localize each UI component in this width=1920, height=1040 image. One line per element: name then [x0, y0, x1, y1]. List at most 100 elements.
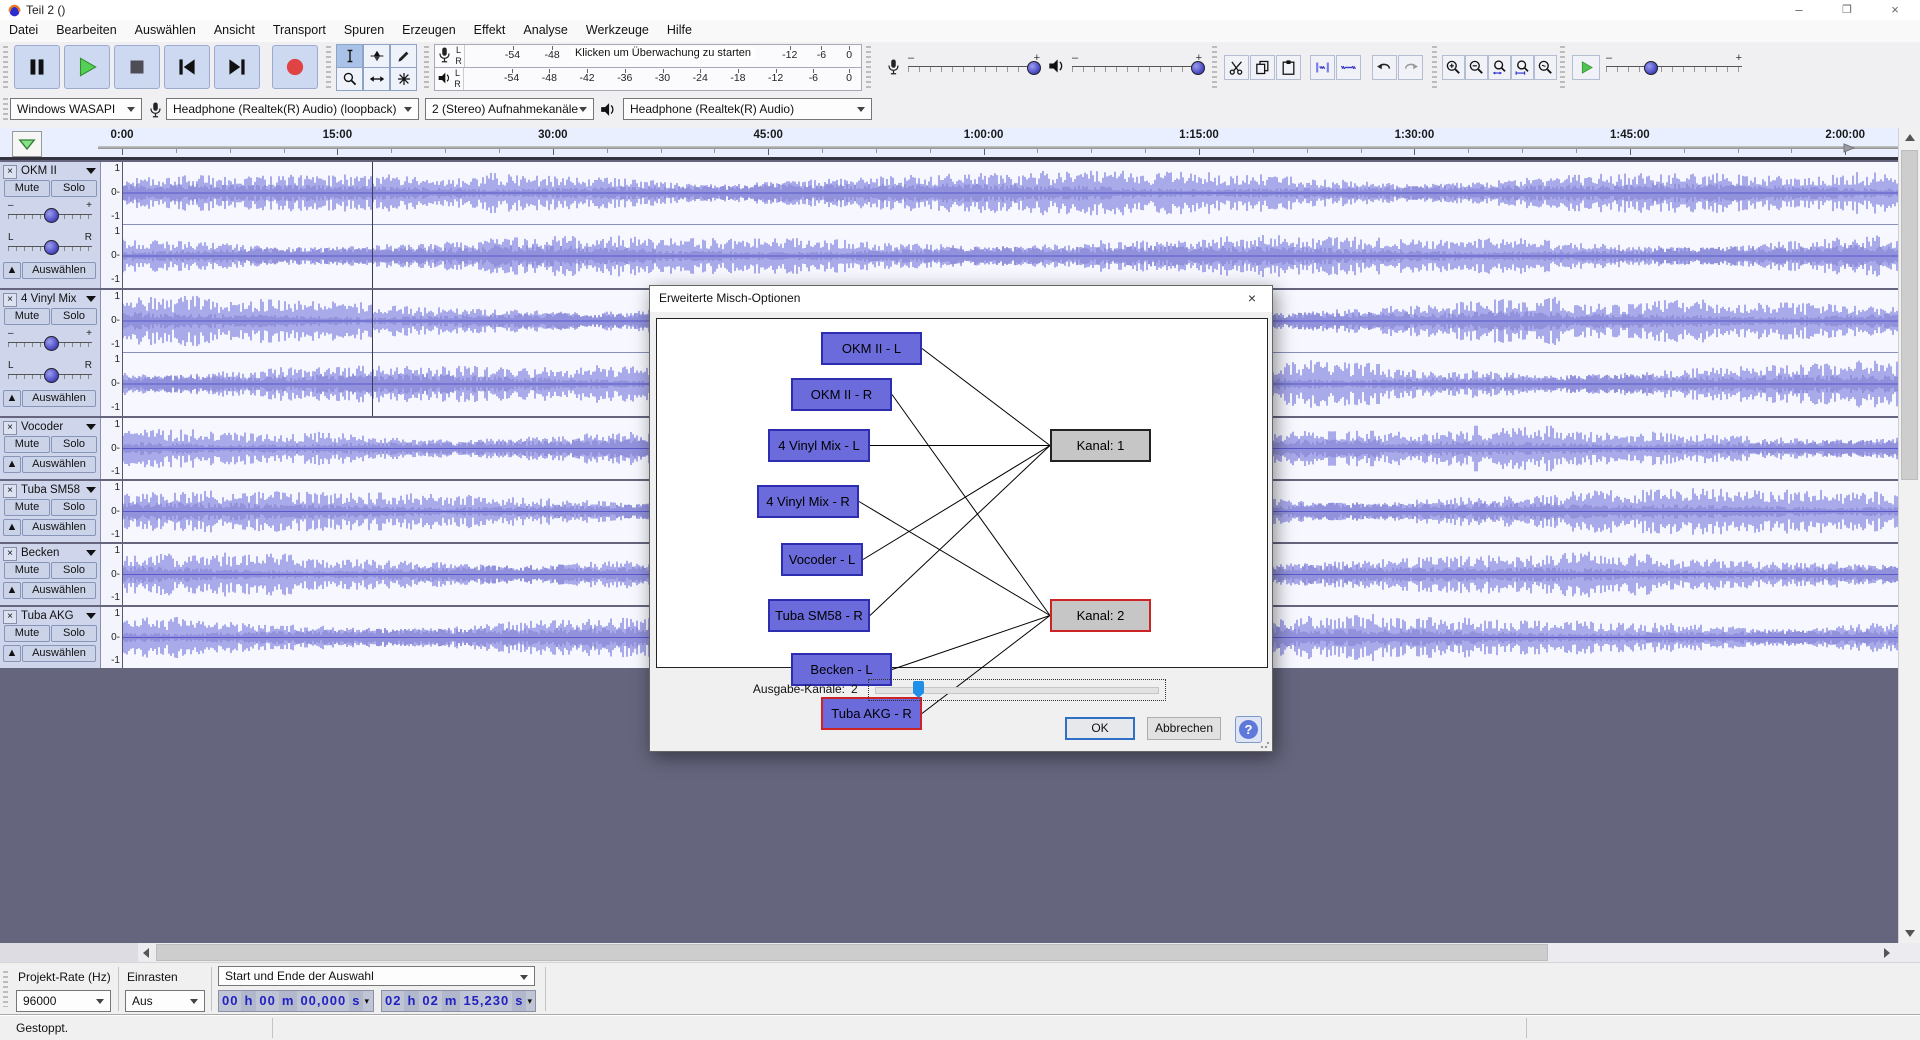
selection-end-field[interactable]: 02 h 02 m 15,230 s ▾ — [381, 990, 536, 1012]
dialog-title-bar[interactable]: Erweiterte Misch-Optionen × — [650, 286, 1272, 312]
loop-region-button[interactable] — [12, 131, 42, 157]
multi-tool-button[interactable] — [390, 67, 417, 91]
menu-effekt[interactable]: Effekt — [465, 20, 515, 40]
menu-auswhlen[interactable]: Auswählen — [126, 20, 205, 40]
menu-hilfe[interactable]: Hilfe — [658, 20, 701, 40]
zoom-toggle-button[interactable] — [1534, 55, 1557, 80]
collapse-button[interactable]: ▲ — [3, 456, 21, 473]
help-button[interactable]: ? — [1235, 716, 1262, 743]
selection-tool-button[interactable] — [336, 44, 363, 68]
playback-volume-slider[interactable]: – + — [1072, 52, 1206, 78]
toolbar-grip[interactable] — [3, 971, 8, 1007]
skip-start-button[interactable] — [164, 45, 210, 89]
stop-button[interactable] — [114, 45, 160, 89]
mute-button[interactable]: Mute — [4, 499, 50, 516]
track-name-menu[interactable]: 4 Vinyl Mix — [18, 292, 99, 306]
select-button[interactable]: Auswählen — [22, 645, 96, 662]
dialog-close-button[interactable]: × — [1232, 286, 1272, 312]
mute-button[interactable]: Mute — [4, 308, 50, 325]
collapse-button[interactable]: ▲ — [3, 519, 21, 536]
input-track-node[interactable]: OKM II - L — [821, 332, 922, 365]
track-control-panel[interactable]: × Tuba SM58 Mute Solo ▲ Auswählen — [0, 481, 101, 542]
solo-button[interactable]: Solo — [51, 180, 97, 197]
scroll-up-arrow[interactable] — [1905, 134, 1915, 141]
gain-thumb[interactable] — [44, 208, 59, 223]
zoom-tool-button[interactable] — [336, 67, 363, 91]
trim-button[interactable] — [1310, 55, 1335, 80]
input-track-node[interactable]: Tuba AKG - R — [821, 697, 922, 730]
toolbar-grip[interactable] — [1560, 46, 1565, 88]
track-close-button[interactable]: × — [3, 610, 17, 624]
zoom-selection-button[interactable] — [1488, 55, 1511, 80]
silence-button[interactable] — [1336, 55, 1361, 80]
gain-thumb[interactable] — [44, 336, 59, 351]
hscroll-thumb[interactable] — [156, 944, 1548, 961]
solo-button[interactable]: Solo — [51, 308, 97, 325]
output-channels-thumb[interactable] — [913, 681, 924, 698]
input-track-node[interactable]: 4 Vinyl Mix - L — [768, 429, 870, 462]
recording-device-select[interactable]: Headphone (Realtek(R) Audio) (loopback) — [166, 98, 419, 120]
playback-volume-thumb[interactable] — [1191, 61, 1206, 75]
track-control-panel[interactable]: × OKM II Mute Solo – + L R ▲ Auswählen — [0, 162, 101, 288]
scroll-left-arrow[interactable] — [143, 948, 149, 958]
track-control-panel[interactable]: × Vocoder Mute Solo ▲ Auswählen — [0, 418, 101, 479]
select-button[interactable]: Auswählen — [22, 582, 96, 599]
solo-button[interactable]: Solo — [51, 436, 97, 453]
zoom-in-button[interactable] — [1442, 55, 1465, 80]
track-control-panel[interactable]: × Becken Mute Solo ▲ Auswählen — [0, 544, 101, 605]
waveform-display[interactable] — [123, 162, 1898, 288]
vertical-scale-ruler[interactable]: 1 0‑ -1 — [101, 418, 123, 479]
play-speed-slider[interactable]: – + — [1606, 52, 1742, 78]
cancel-button[interactable]: Abbrechen — [1147, 717, 1221, 740]
paste-button[interactable] — [1276, 55, 1301, 80]
cut-button[interactable] — [1224, 55, 1249, 80]
scroll-down-arrow[interactable] — [1905, 930, 1915, 937]
selection-start-field[interactable]: 00 h 00 m 00,000 s ▾ — [218, 990, 374, 1012]
pause-button[interactable] — [14, 45, 60, 89]
toolbar-grip[interactable] — [3, 98, 8, 122]
zoom-out-button[interactable] — [1465, 55, 1488, 80]
clip-boundary[interactable] — [372, 162, 373, 288]
mute-button[interactable]: Mute — [4, 562, 50, 579]
ok-button[interactable]: OK — [1065, 717, 1135, 740]
record-button[interactable] — [272, 45, 318, 89]
input-track-node[interactable]: Tuba SM58 - R — [768, 599, 870, 632]
pan-slider[interactable]: LR — [8, 232, 92, 258]
snap-select[interactable]: Aus — [125, 990, 205, 1012]
track-close-button[interactable]: × — [3, 547, 17, 561]
track-close-button[interactable]: × — [3, 484, 17, 498]
toolbar-grip[interactable] — [326, 46, 331, 88]
field-dropdown-icon[interactable]: ▾ — [527, 996, 532, 1007]
menu-spuren[interactable]: Spuren — [335, 20, 393, 40]
dialog-resize-grip[interactable] — [1260, 739, 1270, 749]
zoom-project-button[interactable] — [1511, 55, 1534, 80]
select-button[interactable]: Auswählen — [22, 390, 96, 407]
pan-thumb[interactable] — [44, 368, 59, 383]
input-track-node[interactable]: Vocoder - L — [781, 543, 863, 576]
track-close-button[interactable]: × — [3, 421, 17, 435]
horizontal-scrollbar[interactable] — [0, 943, 1920, 962]
envelope-tool-button[interactable] — [363, 44, 390, 68]
collapse-button[interactable]: ▲ — [3, 582, 21, 599]
toolbar-grip[interactable] — [1212, 46, 1217, 88]
track-control-panel[interactable]: × 4 Vinyl Mix Mute Solo – + L R ▲ Auswählen — [0, 290, 101, 416]
copy-button[interactable] — [1250, 55, 1275, 80]
scroll-right-arrow[interactable] — [1884, 948, 1890, 958]
select-button[interactable]: Auswählen — [22, 456, 96, 473]
toolbar-grip[interactable] — [3, 46, 8, 88]
vertical-scale-ruler[interactable]: 1 0‑ -1 — [101, 481, 123, 542]
pan-slider[interactable]: LR — [8, 360, 92, 386]
play-at-speed-button[interactable] — [1572, 55, 1600, 80]
minimize-button[interactable]: – — [1776, 0, 1822, 20]
toolbar-grip[interactable] — [424, 46, 429, 88]
input-track-node[interactable]: 4 Vinyl Mix - R — [757, 485, 859, 518]
vertical-scale-ruler[interactable]: 1 0‑ -1 1 0‑ -1 — [101, 162, 123, 288]
audio-host-select[interactable]: Windows WASAPI — [10, 98, 142, 120]
collapse-button[interactable]: ▲ — [3, 390, 21, 407]
draw-tool-button[interactable] — [390, 44, 417, 68]
skip-end-button[interactable] — [214, 45, 260, 89]
recording-volume-slider[interactable]: – + — [908, 52, 1041, 78]
toolbar-grip[interactable] — [866, 46, 871, 88]
recording-meter[interactable]: LR Klicken um Überwachung zu starten -54… — [434, 44, 862, 68]
play-button[interactable] — [64, 45, 110, 89]
